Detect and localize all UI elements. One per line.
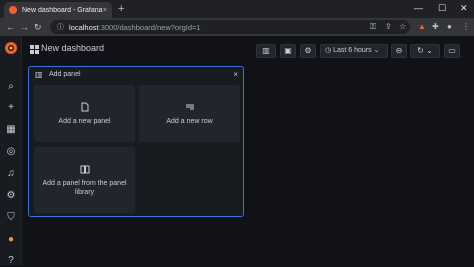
time-range-label: Last 6 hours xyxy=(333,47,372,54)
explore-compass-icon[interactable]: ◎ xyxy=(5,146,17,158)
add-new-panel-label: Add a new panel xyxy=(58,117,111,125)
dashboard-title[interactable]: New dashboard xyxy=(41,43,104,53)
refresh-button[interactable]: ↻ ⌄ xyxy=(410,44,440,58)
profile-avatar-icon[interactable]: ● xyxy=(447,21,452,33)
dashboard-settings-button[interactable]: ⚙ xyxy=(300,44,316,58)
extensions-puzzle-icon[interactable]: ✚ xyxy=(432,21,439,33)
close-icon[interactable]: × xyxy=(233,70,238,79)
key-icon[interactable]: ⚿ xyxy=(370,21,376,33)
user-avatar-icon[interactable]: ● xyxy=(5,234,17,246)
reload-icon[interactable]: ↻ xyxy=(34,21,42,33)
back-arrow-icon[interactable]: ← xyxy=(6,21,15,33)
close-window-button[interactable]: ✕ xyxy=(460,2,468,14)
grafana-favicon-icon xyxy=(9,6,17,14)
search-icon[interactable]: ⌕ xyxy=(5,81,17,93)
bookmark-star-icon[interactable]: ☆ xyxy=(399,21,406,33)
add-new-row-label: Add a new row xyxy=(166,117,213,125)
book-open-icon xyxy=(80,165,89,173)
browser-tab[interactable]: New dashboard - Grafana × xyxy=(4,2,112,18)
tv-mode-button[interactable]: ▭ xyxy=(444,44,460,58)
info-icon[interactable]: ⓘ xyxy=(57,22,64,32)
browser-menu-icon[interactable]: ⋮ xyxy=(462,21,470,33)
add-library-panel-label: Add a panel from the panel library xyxy=(42,179,127,196)
add-library-panel-option[interactable]: Add a panel from the panel library xyxy=(34,147,135,213)
tab-close-icon[interactable]: × xyxy=(103,7,107,14)
extension-fox-icon[interactable]: ▲ xyxy=(418,21,426,33)
dashboard-grid-icon xyxy=(30,45,39,54)
add-panel-title: Add panel xyxy=(49,71,81,78)
dashboard-topbar: New dashboard ▥ ▣ ⚙ ◷ Last 6 hours ⌄ ⊖ ↻… xyxy=(22,36,474,64)
url-path: :3000/dashboard/new?orgId=1 xyxy=(98,22,201,32)
grafana-sidebar: ⌕ + ▦ ◎ ♫ ⚙ ⛉ ● ? xyxy=(0,36,22,267)
configuration-gear-icon[interactable]: ⚙ xyxy=(5,190,17,202)
add-panel-button[interactable]: ▥ xyxy=(256,44,276,58)
add-panel-widget: ▥ Add panel × Add a new panel Add a new … xyxy=(28,66,244,217)
dashboards-grid-icon[interactable]: ▦ xyxy=(5,124,17,136)
add-new-row-option[interactable]: Add a new row xyxy=(139,85,240,142)
time-picker-button[interactable]: ◷ Last 6 hours ⌄ xyxy=(320,44,388,58)
zoom-out-button[interactable]: ⊖ xyxy=(391,44,407,58)
forward-arrow-icon[interactable]: → xyxy=(20,21,29,33)
save-dashboard-button[interactable]: ▣ xyxy=(280,44,296,58)
chevron-down-icon: ⌄ xyxy=(373,47,380,54)
maximize-button[interactable]: ☐ xyxy=(438,2,446,14)
server-admin-shield-icon[interactable]: ⛉ xyxy=(5,212,17,224)
add-panel-header: ▥ Add panel × xyxy=(29,67,243,83)
file-icon xyxy=(81,102,88,111)
browser-toolbar: ← → ↻ ⓘ localhost:3000/dashboard/new?org… xyxy=(0,18,474,36)
alerting-bell-icon[interactable]: ♫ xyxy=(5,168,17,180)
address-bar[interactable]: ⓘ localhost:3000/dashboard/new?orgId=1 xyxy=(50,20,410,34)
browser-window-chrome: New dashboard - Grafana × + — ☐ ✕ ← → ↻ … xyxy=(0,0,474,36)
share-icon[interactable]: ⇪ xyxy=(385,21,392,33)
create-plus-icon[interactable]: + xyxy=(5,102,17,114)
minimize-button[interactable]: — xyxy=(414,2,423,14)
row-icon xyxy=(185,104,194,109)
new-tab-button[interactable]: + xyxy=(118,3,124,15)
grafana-logo-icon[interactable] xyxy=(4,41,18,55)
help-icon[interactable]: ? xyxy=(5,255,17,267)
clock-icon: ◷ xyxy=(325,47,332,54)
add-panel-icon: ▥ xyxy=(35,70,43,79)
url-host: localhost xyxy=(69,22,99,32)
tab-title: New dashboard - Grafana xyxy=(22,6,103,14)
add-new-panel-option[interactable]: Add a new panel xyxy=(34,85,135,142)
